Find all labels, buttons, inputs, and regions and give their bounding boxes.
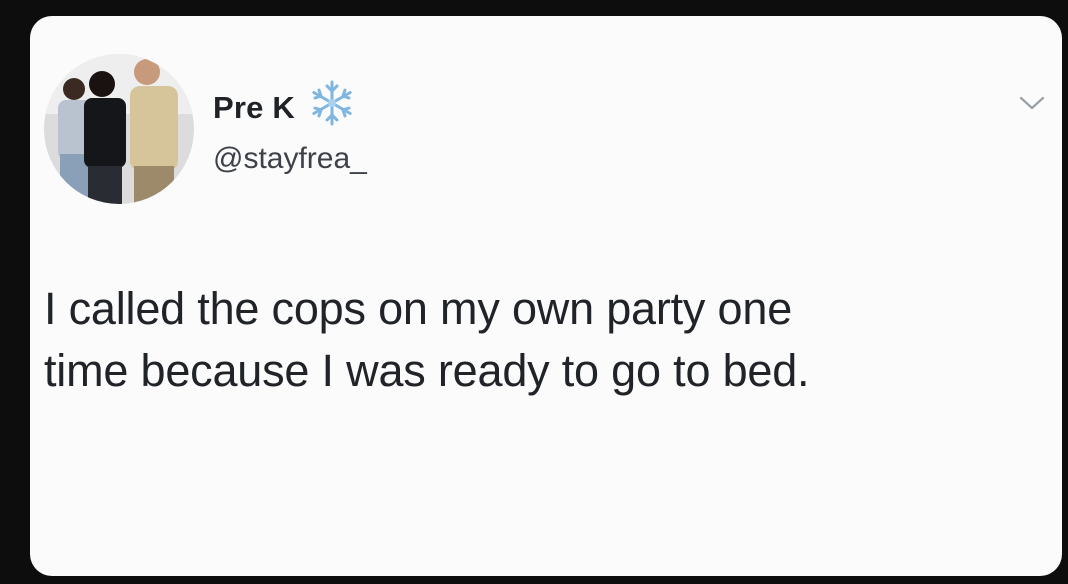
tweet-text-line: I called the cops on my own party one — [44, 283, 793, 334]
author-handle[interactable]: @stayfrea_ — [213, 142, 367, 176]
tweet-text: I called the cops on my own party one ti… — [44, 278, 1044, 402]
chevron-down-icon[interactable] — [1017, 88, 1047, 118]
tweet-text-line: time because I was ready to go to bed. — [44, 345, 810, 396]
author-row: Pre K — [213, 80, 357, 126]
tweet-card: Pre K @stayfrea_ I called the cops on my… — [30, 16, 1062, 576]
display-name[interactable]: Pre K — [213, 90, 295, 126]
avatar-photo — [44, 54, 194, 204]
snowflake-icon — [307, 78, 357, 128]
avatar[interactable] — [44, 54, 194, 204]
